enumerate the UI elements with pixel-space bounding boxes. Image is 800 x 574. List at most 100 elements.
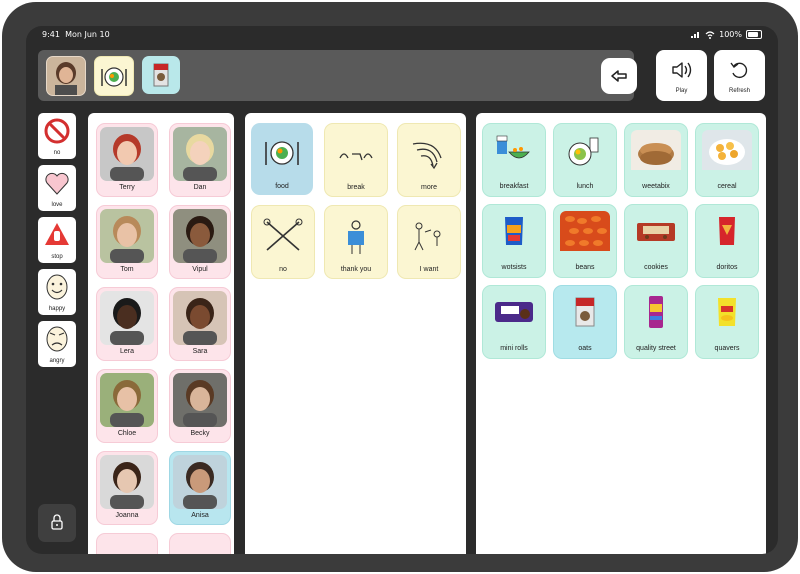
happy-face-icon — [46, 274, 68, 300]
category-panel: food break more no thank you I want — [245, 113, 466, 554]
oats-box — [560, 292, 610, 338]
battery-icon — [746, 30, 762, 39]
food-tile-cookies[interactable]: cookies — [624, 204, 688, 278]
thank-you-icon — [332, 214, 380, 258]
quick-symbol-angry[interactable]: angry — [38, 321, 76, 367]
play-label: Play — [675, 88, 688, 94]
sentence-chip-food[interactable] — [94, 56, 134, 96]
person-tile-partial[interactable] — [169, 533, 231, 554]
person-tile-anisa[interactable]: Anisa — [169, 451, 231, 525]
wotsits-bag — [489, 211, 539, 257]
plate-icon — [258, 131, 306, 175]
refresh-button[interactable]: Refresh — [714, 50, 765, 101]
sentence-chip-oats[interactable] — [142, 56, 180, 94]
food-label: doritos — [716, 264, 738, 271]
person-tile-dan[interactable]: Dan — [169, 123, 231, 197]
food-tile-cereal[interactable]: cereal — [695, 123, 759, 197]
person-tile-lera[interactable]: Lera — [96, 287, 158, 361]
crossed-arms-icon — [259, 214, 307, 258]
backspace-button[interactable] — [601, 58, 637, 94]
quick-symbol-love[interactable]: love — [38, 165, 76, 211]
person-photo — [173, 209, 227, 263]
portrait-icon — [100, 127, 154, 181]
person-name: Dan — [193, 184, 207, 191]
food-tile-beans[interactable]: beans — [553, 204, 617, 278]
no-entry-icon — [44, 118, 70, 144]
person-tile-becky[interactable]: Becky — [169, 369, 231, 443]
tablet-frame: 9:41 Mon Jun 10 100% Play Refresh no lov… — [2, 2, 798, 572]
sentence-chip-person[interactable] — [46, 56, 86, 96]
person-photo — [173, 455, 227, 509]
people-panel: Terry Dan Tom Vipul Lera Sara Chloe Becky Joanna… — [88, 113, 234, 554]
food-label: quavers — [714, 345, 740, 352]
person-name: Tom — [120, 266, 134, 273]
person-name: Sara — [192, 348, 208, 355]
person-photo — [100, 373, 154, 427]
person-name: Chloe — [117, 430, 137, 437]
beans-photo — [560, 211, 610, 257]
person-photo — [100, 291, 154, 345]
weetabix-photo — [631, 130, 681, 176]
person-tile-sara[interactable]: Sara — [169, 287, 231, 361]
doritos-bag — [702, 211, 752, 257]
food-label: breakfast — [499, 183, 529, 190]
status-bar: 9:41 Mon Jun 10 100% — [42, 30, 762, 44]
quick-symbols-column: no love stop happy angry — [38, 113, 76, 373]
category-label: I want — [419, 266, 439, 273]
person-tile-partial[interactable] — [96, 533, 158, 554]
food-label: mini rolls — [500, 345, 528, 352]
food-tile-quality-street[interactable]: quality street — [624, 285, 688, 359]
person-tile-tom[interactable]: Tom — [96, 205, 158, 279]
stop-hand-icon — [45, 223, 69, 245]
cookies-pack — [631, 211, 681, 257]
category-label: break — [347, 184, 365, 191]
food-tile-breakfast[interactable]: breakfast — [482, 123, 546, 197]
person-tile-chloe[interactable]: Chloe — [96, 369, 158, 443]
food-panel: breakfast lunch weetabix cereal wotsists bean… — [476, 113, 766, 554]
food-tile-doritos[interactable]: doritos — [695, 204, 759, 278]
portrait-icon — [173, 127, 227, 181]
category-tile-break[interactable]: break — [324, 123, 388, 197]
person-photo — [100, 127, 154, 181]
portrait-icon — [100, 373, 154, 427]
lock-button[interactable] — [38, 504, 76, 542]
category-label: thank you — [340, 266, 372, 273]
category-tile-food[interactable]: food — [251, 123, 313, 195]
category-tile-i-want[interactable]: I want — [397, 205, 461, 279]
wifi-icon — [705, 30, 715, 39]
person-tile-vipul[interactable]: Vipul — [169, 205, 231, 279]
person-name: Vipul — [192, 266, 208, 273]
food-tile-mini-rolls[interactable]: mini rolls — [482, 285, 546, 359]
person-tile-terry[interactable]: Terry — [96, 123, 158, 197]
category-tile-more[interactable]: more — [397, 123, 461, 197]
category-tile-thank-you[interactable]: thank you — [324, 205, 388, 279]
food-label: weetabix — [642, 183, 670, 190]
refresh-icon — [730, 62, 748, 79]
quick-symbol-stop[interactable]: stop — [38, 217, 76, 263]
food-tile-oats[interactable]: oats — [553, 285, 617, 359]
food-tile-wotsists[interactable]: wotsists — [482, 204, 546, 278]
person-photo — [100, 209, 154, 263]
status-time: 9:41 — [42, 30, 60, 39]
food-label: cookies — [644, 264, 668, 271]
app-screen: 9:41 Mon Jun 10 100% Play Refresh no lov… — [26, 26, 778, 554]
person-photo — [173, 373, 227, 427]
portrait-icon — [100, 291, 154, 345]
category-tile-no[interactable]: no — [251, 205, 315, 279]
sentence-bar[interactable] — [38, 50, 634, 101]
backspace-arrow-icon — [611, 70, 627, 82]
portrait-icon — [173, 209, 227, 263]
person-name: Becky — [190, 430, 210, 437]
food-tile-lunch[interactable]: lunch — [553, 123, 617, 197]
cereal-photo — [702, 130, 752, 176]
play-button[interactable]: Play — [656, 50, 707, 101]
person-tile-joanna[interactable]: Joanna — [96, 451, 158, 525]
break-icon — [332, 132, 380, 176]
food-tile-weetabix[interactable]: weetabix — [624, 123, 688, 197]
food-tile-quavers[interactable]: quavers — [695, 285, 759, 359]
quick-symbol-happy[interactable]: happy — [38, 269, 76, 315]
person-name: Anisa — [191, 512, 209, 519]
person-photo — [173, 127, 227, 181]
quick-symbol-no[interactable]: no — [38, 113, 76, 159]
refresh-label: Refresh — [728, 88, 750, 94]
